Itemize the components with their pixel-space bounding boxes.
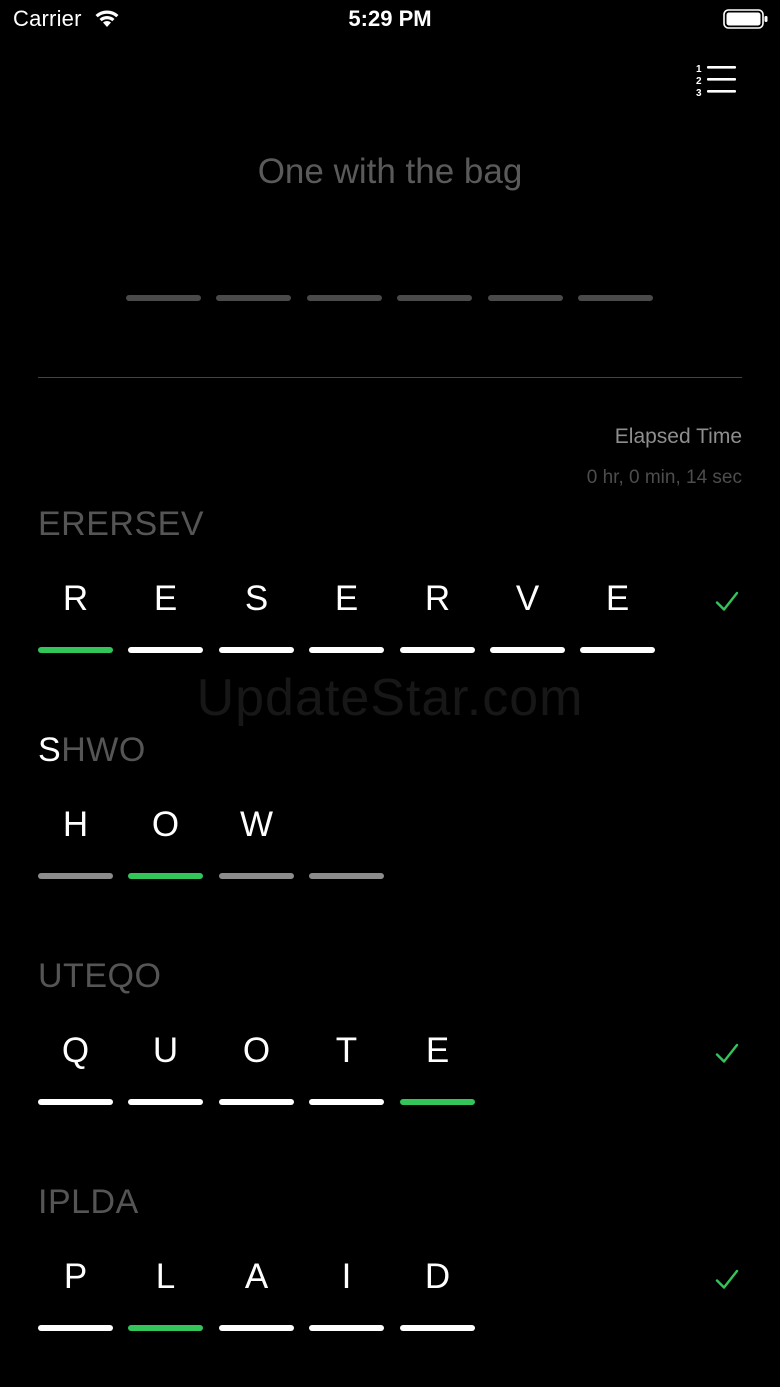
word-row[interactable]: SHWO H O W [0,731,780,931]
letter-tile[interactable]: W [219,805,294,887]
word-row[interactable]: ERERSEV R E S E R V E [0,505,780,705]
letter-tile[interactable]: E [580,579,655,661]
tile-letter: P [63,1257,88,1296]
tile-letter: D [424,1257,451,1296]
tile-underline [128,1099,203,1105]
letter-tile[interactable]: O [128,805,203,887]
tile-letter: R [62,579,89,618]
tile-letter: H [62,805,89,844]
tile-letter: E [334,579,359,618]
tile-underline [219,873,294,879]
letter-tile[interactable]: O [219,1031,294,1113]
letter-tile[interactable]: D [400,1257,475,1339]
tile-underline [38,1099,113,1105]
tile-underline [128,1325,203,1331]
checkmark-icon [715,591,739,611]
tile-underline [219,647,294,653]
letter-tile[interactable]: E [309,579,384,661]
letter-tile[interactable]: L [128,1257,203,1339]
tile-letter: I [341,1257,352,1296]
letter-tile[interactable]: T [309,1031,384,1113]
tile-underline [400,647,475,653]
letter-tile[interactable]: E [128,579,203,661]
tile-letter: U [152,1031,179,1070]
numbered-list-icon[interactable]: 1 2 3 [694,62,738,98]
tile-underline [309,647,384,653]
tile-letter: V [515,579,540,618]
scrambled-word: SHWO [38,731,146,770]
letter-tile[interactable] [309,805,384,887]
tile-underline [309,1325,384,1331]
tile-letter: W [239,805,274,844]
scrambled-letter-used: S [38,731,62,769]
scrambled-word: IPLDA [38,1183,139,1222]
word-row[interactable]: UTEQO Q U O T E [0,957,780,1157]
letter-tile[interactable]: V [490,579,565,661]
status-bar: Carrier 5:29 PM [0,0,780,40]
tile-underline [219,1099,294,1105]
svg-text:3: 3 [696,88,702,98]
letter-tile[interactable]: S [219,579,294,661]
tile-letter: Q [61,1031,90,1070]
checkmark-icon [715,1269,739,1289]
scrambled-letters: HWO [61,731,146,769]
tile-underline [309,873,384,879]
tile-letter: T [335,1031,358,1070]
tile-underline [580,647,655,653]
letter-tile[interactable]: R [400,579,475,661]
answer-slot [126,295,201,301]
letter-tile[interactable]: H [38,805,113,887]
letter-tile[interactable]: A [219,1257,294,1339]
tile-underline [38,873,113,879]
scrambled-letters: ERERSEV [38,505,204,543]
tile-underline [128,647,203,653]
tile-underline [309,1099,384,1105]
elapsed-time-label: Elapsed Time [614,425,742,448]
letter-tile[interactable]: I [309,1257,384,1339]
elapsed-time-value: 0 hr, 0 min, 14 sec [586,467,742,488]
scrambled-word: ERERSEV [38,505,204,544]
checkmark-icon [715,1043,739,1063]
letter-tile[interactable]: U [128,1031,203,1113]
divider [38,377,742,378]
tile-letter: O [242,1031,271,1070]
clue-text: One with the bag [257,152,523,191]
tile-underline [400,1099,475,1105]
answer-slot [488,295,563,301]
status-time: 5:29 PM [348,6,432,31]
battery-icon [723,9,768,29]
letter-tile[interactable]: R [38,579,113,661]
tile-underline [219,1325,294,1331]
letter-tile[interactable]: P [38,1257,113,1339]
answer-slot [307,295,382,301]
scrambled-letters: UTEQO [38,957,162,995]
tile-letter: E [605,579,630,618]
tile-underline [400,1325,475,1331]
tile-letter: R [424,579,451,618]
answer-slot [216,295,291,301]
tile-underline [490,647,565,653]
scrambled-word: UTEQO [38,957,161,996]
tile-letter: A [244,1257,269,1296]
scrambled-letters: IPLDA [38,1183,139,1221]
word-row[interactable]: IPLDA P L A I D [0,1183,780,1383]
tile-underline [38,647,113,653]
svg-text:1: 1 [696,64,702,75]
letter-tile[interactable]: Q [38,1031,113,1113]
tile-letter: L [155,1257,176,1296]
tile-letter: S [244,579,269,618]
letter-tile[interactable]: E [400,1031,475,1113]
tile-underline [38,1325,113,1331]
answer-slot [397,295,472,301]
tile-letter: E [425,1031,450,1070]
tile-letter: O [151,805,180,844]
answer-slot [578,295,653,301]
svg-text:2: 2 [696,76,702,87]
tile-letter: E [153,579,178,618]
tile-underline [128,873,203,879]
